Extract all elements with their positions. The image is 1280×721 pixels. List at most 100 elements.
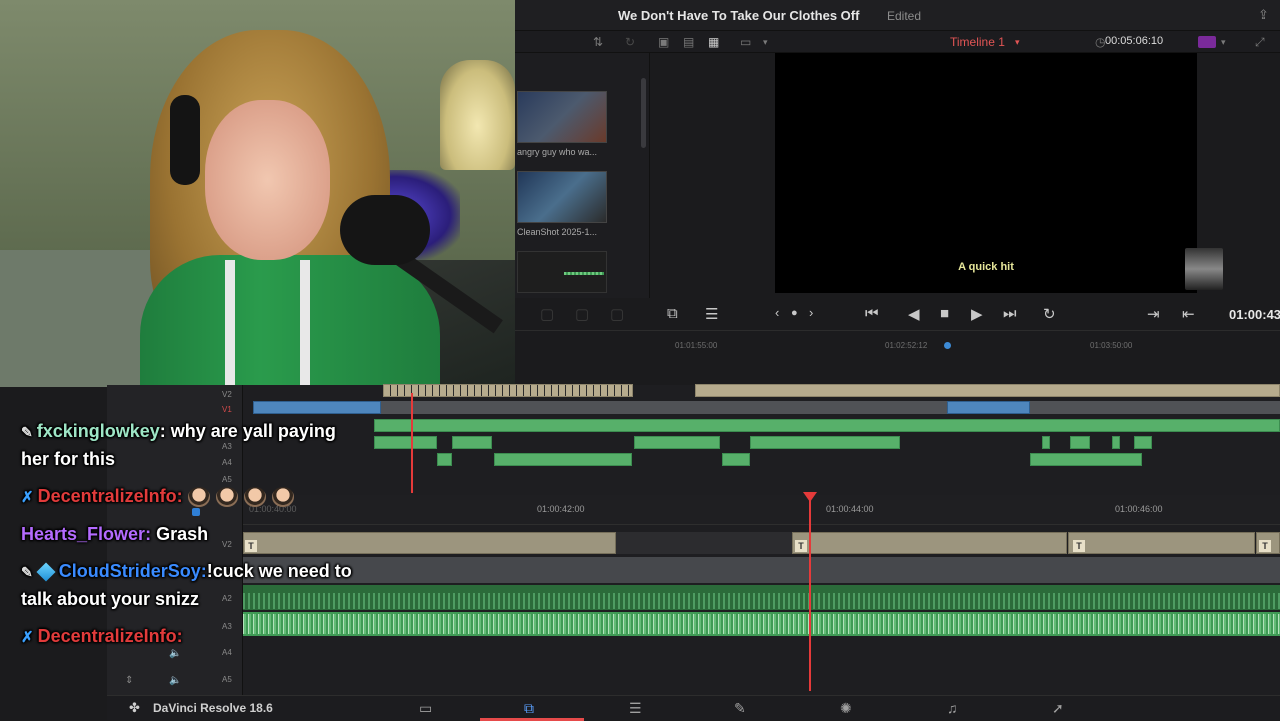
title-clip[interactable]	[792, 532, 1067, 554]
audio-clip[interactable]	[1070, 436, 1090, 449]
loop-icon[interactable]: ↻	[1043, 305, 1056, 323]
list-view-icon[interactable]: ▦	[708, 35, 719, 49]
chat-message-continuation: her for this	[21, 449, 116, 469]
audio-clip[interactable]	[1134, 436, 1152, 449]
media-clip-label: CleanShot 2025-1...	[517, 227, 598, 237]
overview-marker[interactable]	[944, 342, 951, 349]
match-frame-icon[interactable]: ⧉	[667, 305, 678, 322]
media-clip-thumbnail[interactable]	[517, 171, 607, 223]
thumbnail-view-icon[interactable]: ▤	[683, 35, 694, 49]
lock-icon[interactable]: ⇕	[125, 675, 133, 686]
title-clip-strip[interactable]	[695, 384, 1280, 397]
audio-clip[interactable]	[1112, 436, 1120, 449]
webcam-headphones	[170, 95, 200, 185]
next-edit-icon[interactable]: ⇥	[1147, 305, 1160, 323]
chat-message: ✎ fxckinglowkey: why are yall paying	[21, 421, 336, 441]
timeline-overview-ruler[interactable]: 01:01:55:00 01:02:52:12 01:03:50:00	[515, 330, 1280, 385]
viewer-subtitle: A quick hit	[958, 261, 1014, 273]
playhead[interactable]	[809, 495, 811, 691]
audio-clip-thumbnail[interactable]	[517, 251, 607, 293]
track-label: V2	[222, 390, 232, 399]
timeline-selector[interactable]: Timeline 1	[950, 35, 1005, 49]
deliver-page-icon[interactable]: ➚	[1052, 700, 1064, 717]
project-status: Edited	[887, 9, 922, 23]
prev-edit-icon[interactable]: ⇤	[1182, 305, 1195, 323]
audio-clip[interactable]	[452, 436, 492, 449]
speaker-icon[interactable]: 🔈	[169, 675, 181, 686]
audio-clip[interactable]	[374, 419, 1280, 432]
video-clip[interactable]	[253, 401, 381, 414]
webcam-streamer-face	[205, 100, 330, 260]
viewer-pip-image	[1185, 248, 1223, 290]
chevron-down-icon[interactable]: ▾	[1221, 37, 1226, 48]
jog-next-icon[interactable]: ›	[809, 305, 813, 320]
timeline-duration: 00:05:06:10	[1105, 35, 1164, 47]
chevron-down-icon[interactable]: ▾	[763, 37, 768, 48]
go-to-start-icon[interactable]: ⏮	[865, 305, 879, 322]
sync-icon[interactable]: ↻	[625, 35, 635, 49]
audio-clip[interactable]	[634, 436, 720, 449]
media-page-icon[interactable]: ▭	[419, 700, 432, 717]
metadata-view-icon[interactable]: ▣	[658, 35, 669, 49]
fusion-page-icon[interactable]: ✎	[734, 700, 746, 717]
color-page-icon[interactable]: ✺	[840, 700, 852, 717]
play-reverse-icon[interactable]: ◀	[908, 305, 920, 323]
chevron-down-icon[interactable]: ▾	[1015, 37, 1020, 48]
webcam-lamp	[440, 60, 515, 170]
audio-clip[interactable]	[1042, 436, 1050, 449]
fx-badge-icon[interactable]	[1198, 36, 1216, 48]
viewer-timecode: 01:00:43	[1229, 307, 1280, 322]
playhead-handle[interactable]	[803, 492, 817, 502]
jog-prev-icon[interactable]: ‹	[775, 305, 779, 320]
title-clip[interactable]	[1068, 532, 1255, 554]
chat-text: why are yall paying	[170, 421, 336, 441]
sword-badge-icon: ✗	[21, 629, 34, 646]
audio-clip[interactable]	[494, 453, 632, 466]
edit-page-icon[interactable]: ☰	[629, 700, 642, 717]
track-label: V1	[222, 405, 232, 414]
fullscreen-icon[interactable]: ⤢	[1255, 35, 1265, 50]
emote-icon	[243, 487, 266, 508]
chat-text: !cuck we need to	[206, 561, 352, 581]
chat-message: ✗ DecentralizeInfo:	[21, 626, 183, 646]
chat-username: CloudStriderSoy	[58, 561, 201, 581]
audio-clip[interactable]	[722, 453, 750, 466]
webcam-hoodie-stripe	[225, 260, 235, 387]
stop-icon[interactable]: ■	[940, 305, 949, 322]
audio-clip[interactable]	[1030, 453, 1142, 466]
settings-sliders-icon[interactable]: ☰	[705, 305, 718, 323]
emote-icon	[215, 487, 238, 508]
viewer-canvas[interactable]: A quick hit	[775, 53, 1223, 293]
page-bar: ✤ DaVinci Resolve 18.6 ▭ ⧉ ☰ ✎ ✺ ♫ ➚	[107, 695, 1280, 721]
video-track-strip[interactable]	[253, 401, 1280, 414]
sort-icon[interactable]: ⇅	[593, 35, 603, 49]
project-title: We Don't Have To Take Our Clothes Off	[618, 8, 860, 23]
ruler-tick: 01:00:44:00	[826, 504, 874, 514]
webcam-streamer-hoodie	[140, 255, 440, 387]
ruler-tick: 01:00:46:00	[1115, 504, 1163, 514]
text-clip-icon: T	[795, 540, 807, 552]
share-icon[interactable]: ⇪	[1258, 7, 1269, 23]
title-clip-strip[interactable]	[383, 384, 633, 397]
safe-area-icon[interactable]: ▢	[540, 305, 554, 323]
jog-dot-icon[interactable]: ●	[791, 307, 798, 319]
fairlight-page-icon[interactable]: ♫	[947, 700, 958, 716]
viewer-layout-icon[interactable]: ▭	[740, 35, 751, 49]
cut-page-icon[interactable]: ⧉	[524, 700, 534, 717]
crop-icon[interactable]: ▢	[575, 305, 589, 323]
play-icon[interactable]: ▶	[971, 305, 983, 323]
sword-badge-icon: ✗	[21, 489, 34, 506]
emote-icon	[187, 487, 210, 508]
video-clip[interactable]	[947, 401, 1030, 414]
go-to-end-icon[interactable]: ⏭	[1003, 305, 1017, 322]
track-label: A5	[222, 675, 232, 684]
media-pool-scrollbar[interactable]	[641, 78, 646, 148]
media-clip-thumbnail[interactable]	[517, 91, 607, 143]
overlay-icon[interactable]: ▢	[610, 305, 624, 323]
stream-chat-overlay: ✎ fxckinglowkey: why are yall paying her …	[0, 415, 420, 665]
audio-clip[interactable]	[437, 453, 452, 466]
chat-message: Hearts_Flower: Grash	[21, 524, 209, 544]
chat-text: Grash	[156, 524, 209, 544]
audio-clip[interactable]	[750, 436, 900, 449]
ruler-tick: 01:03:50:00	[1090, 341, 1133, 350]
